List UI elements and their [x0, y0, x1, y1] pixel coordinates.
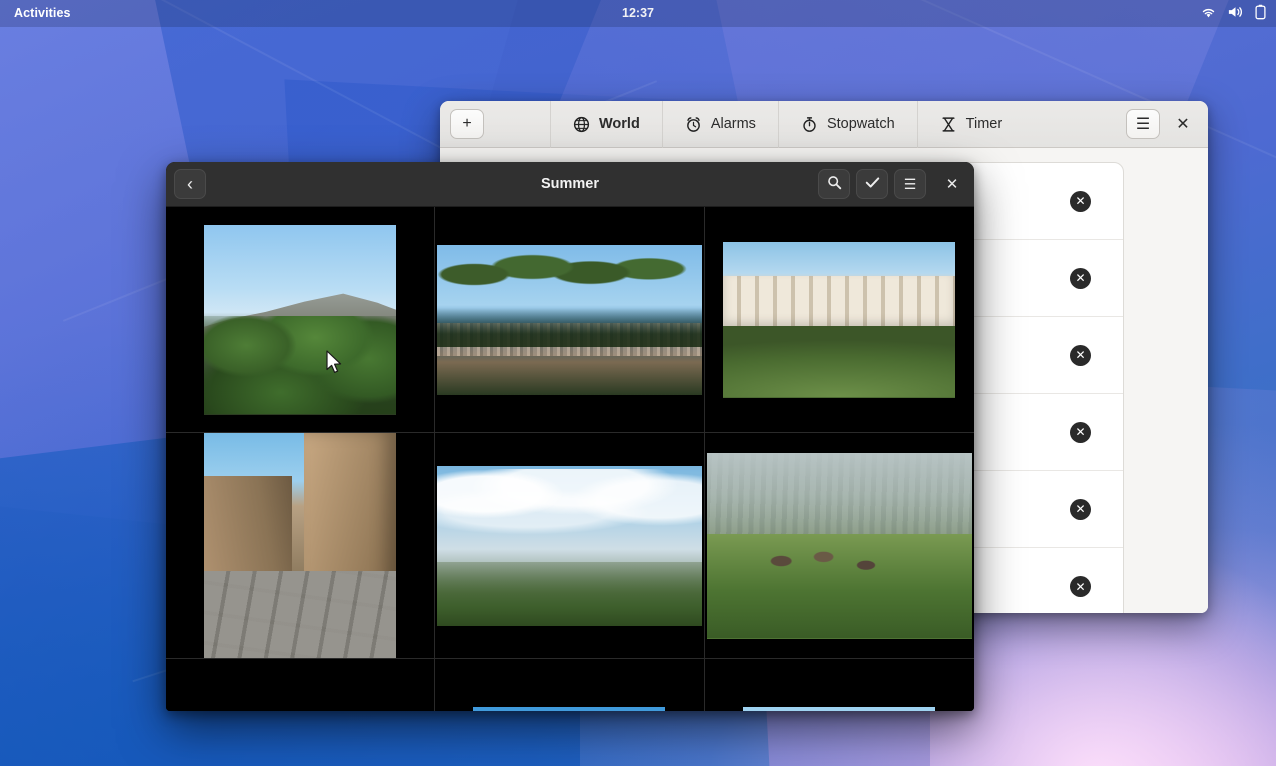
photo-thumbnail[interactable] — [435, 207, 705, 433]
alarm-delete-button[interactable]: ✕ — [1070, 344, 1091, 366]
photo-thumbnail[interactable] — [166, 207, 436, 433]
photo-thumbnail[interactable] — [435, 659, 705, 711]
clocks-tab-bar: World Alarms Stopwatch Timer — [550, 101, 1024, 148]
select-button[interactable] — [856, 169, 888, 199]
photos-header-bar: ‹ Summer ☰ ✕ — [166, 162, 974, 207]
photo-thumbnail[interactable] — [166, 433, 436, 659]
stopwatch-icon — [801, 116, 818, 133]
photos-album-window[interactable]: ‹ Summer ☰ ✕ — [166, 162, 974, 711]
alarm-clock-icon — [685, 116, 702, 133]
clocks-window-controls: ☰ ✕ — [1126, 109, 1200, 139]
battery-icon — [1255, 4, 1266, 23]
tab-stopwatch[interactable]: Stopwatch — [777, 101, 917, 148]
photo-thumbnail[interactable] — [435, 433, 705, 659]
tab-world[interactable]: World — [550, 101, 662, 148]
clocks-menu-button[interactable]: ☰ — [1126, 109, 1160, 139]
clocks-close-button[interactable]: ✕ — [1170, 111, 1196, 137]
alarm-delete-button[interactable]: ✕ — [1070, 267, 1091, 289]
search-button[interactable] — [818, 169, 850, 199]
photos-menu-button[interactable]: ☰ — [894, 169, 926, 199]
tab-world-label: World — [599, 116, 640, 132]
new-clock-button[interactable]: + — [450, 109, 484, 139]
alarm-delete-button[interactable]: ✕ — [1070, 498, 1091, 520]
tab-stopwatch-label: Stopwatch — [826, 116, 895, 132]
wifi-icon — [1201, 6, 1216, 22]
desktop: Activities 12:37 + World Alarms Stopwatc… — [0, 0, 1276, 766]
photo-thumbnail[interactable] — [704, 433, 974, 659]
checkmark-icon — [865, 176, 880, 192]
photo-thumbnail[interactable] — [704, 207, 974, 433]
system-status-area[interactable] — [1201, 0, 1266, 27]
photo-thumbnail[interactable] — [166, 659, 436, 711]
tab-alarms[interactable]: Alarms — [661, 101, 778, 148]
photo-thumbnail[interactable] — [704, 659, 974, 711]
clocks-header-bar: + World Alarms Stopwatch Timer ☰ ✕ — [440, 101, 1208, 148]
back-button[interactable]: ‹ — [174, 169, 206, 199]
alarm-delete-button[interactable]: ✕ — [1070, 190, 1091, 212]
top-bar-clock[interactable]: 12:37 — [0, 0, 1276, 27]
tab-timer[interactable]: Timer — [916, 101, 1025, 148]
system-top-bar: Activities 12:37 — [0, 0, 1276, 27]
tab-timer-label: Timer — [965, 116, 1003, 132]
photos-header-actions: ☰ ✕ — [818, 169, 966, 199]
globe-icon — [573, 116, 590, 133]
tab-alarms-label: Alarms — [710, 116, 756, 132]
photos-close-button[interactable]: ✕ — [938, 170, 966, 198]
photo-thumbnail-grid — [166, 207, 974, 711]
alarm-delete-button[interactable]: ✕ — [1070, 421, 1091, 443]
search-icon — [827, 175, 842, 193]
volume-icon — [1227, 5, 1244, 22]
alarm-delete-button[interactable]: ✕ — [1070, 576, 1091, 597]
hourglass-icon — [940, 116, 957, 133]
